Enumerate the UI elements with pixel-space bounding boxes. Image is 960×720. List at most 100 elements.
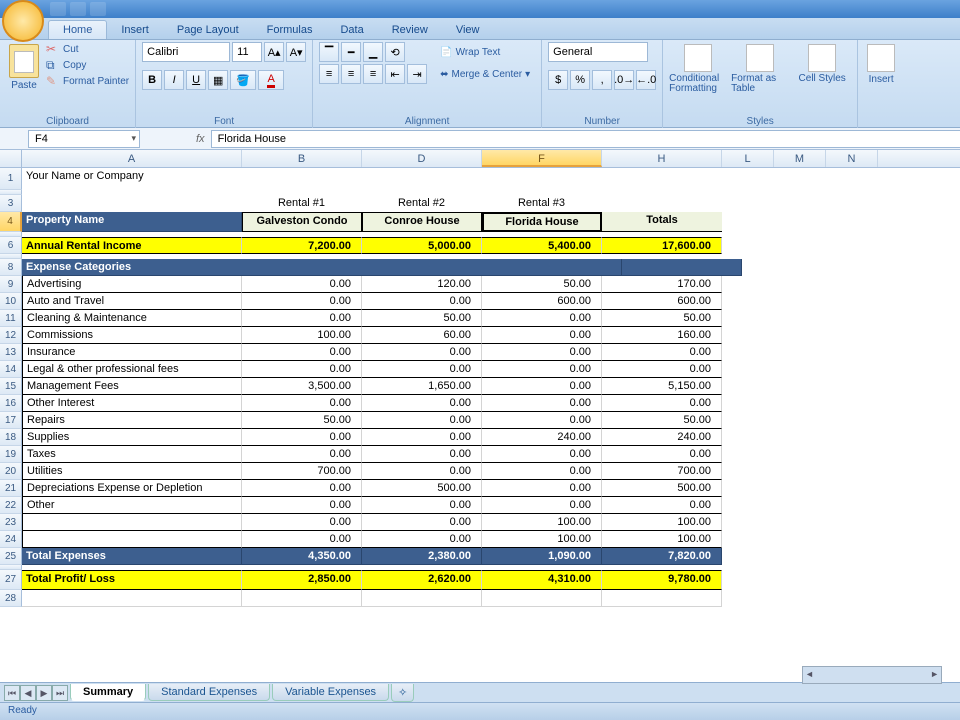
cell-A25[interactable]: Total Expenses — [22, 548, 242, 565]
cell-B1[interactable] — [242, 168, 362, 190]
row-11-header[interactable]: 11 — [0, 310, 22, 327]
cell-A15[interactable]: Management Fees — [22, 378, 242, 395]
comma-button[interactable]: , — [592, 70, 612, 90]
cell-F6[interactable]: 5,400.00 — [482, 237, 602, 254]
cell-B14[interactable]: 0.00 — [242, 361, 362, 378]
cell-F16[interactable]: 0.00 — [482, 395, 602, 412]
cell-H19[interactable]: 0.00 — [602, 446, 722, 463]
cell-D11[interactable]: 50.00 — [362, 310, 482, 327]
sheet-tab-new[interactable]: ✧ — [391, 684, 414, 702]
cell-H23[interactable]: 100.00 — [602, 514, 722, 531]
row-12-header[interactable]: 12 — [0, 327, 22, 344]
formula-input[interactable]: Florida House — [211, 130, 960, 148]
cell-D13[interactable]: 0.00 — [362, 344, 482, 361]
cell-H28[interactable] — [602, 590, 722, 607]
shrink-font-button[interactable]: A▾ — [286, 42, 306, 62]
cell-B24[interactable]: 0.00 — [242, 531, 362, 548]
cell-A3[interactable] — [22, 195, 242, 212]
cell-F4[interactable]: Florida House — [482, 212, 602, 232]
col-L[interactable]: L — [722, 150, 774, 167]
cell-B17[interactable]: 50.00 — [242, 412, 362, 429]
align-center-button[interactable]: ≡ — [341, 64, 361, 84]
cell-F27[interactable]: 4,310.00 — [482, 570, 602, 590]
cell-D14[interactable]: 0.00 — [362, 361, 482, 378]
cell-B15[interactable]: 3,500.00 — [242, 378, 362, 395]
row-3-header[interactable]: 3 — [0, 195, 22, 212]
cell-F21[interactable]: 0.00 — [482, 480, 602, 497]
cell-D9[interactable]: 120.00 — [362, 276, 482, 293]
cell-A17[interactable]: Repairs — [22, 412, 242, 429]
font-color-button[interactable]: A — [258, 70, 284, 90]
cell-A16[interactable]: Other Interest — [22, 395, 242, 412]
increase-decimal-button[interactable]: .0→ — [614, 70, 634, 90]
cell-H11[interactable]: 50.00 — [602, 310, 722, 327]
cell-A10[interactable]: Auto and Travel — [22, 293, 242, 310]
col-D[interactable]: D — [362, 150, 482, 167]
row-23-header[interactable]: 23 — [0, 514, 22, 531]
cell-D12[interactable]: 60.00 — [362, 327, 482, 344]
cell-F15[interactable]: 0.00 — [482, 378, 602, 395]
worksheet-grid[interactable]: 1 Your Name or Company 2 3 Rental #1 Ren… — [0, 168, 960, 607]
cell-D6[interactable]: 5,000.00 — [362, 237, 482, 254]
cell-F25[interactable]: 1,090.00 — [482, 548, 602, 565]
align-right-button[interactable]: ≡ — [363, 64, 383, 84]
cell-H1[interactable] — [602, 168, 722, 190]
cell-H25[interactable]: 7,820.00 — [602, 548, 722, 565]
sheet-prev-icon[interactable]: ◀ — [20, 685, 36, 701]
copy-button[interactable]: Copy — [46, 58, 129, 72]
qat-redo-icon[interactable] — [90, 2, 106, 16]
row-25-header[interactable]: 25 — [0, 548, 22, 565]
cell-D15[interactable]: 1,650.00 — [362, 378, 482, 395]
cell-H15[interactable]: 5,150.00 — [602, 378, 722, 395]
cell-B19[interactable]: 0.00 — [242, 446, 362, 463]
cell-H24[interactable]: 100.00 — [602, 531, 722, 548]
cell-F10[interactable]: 600.00 — [482, 293, 602, 310]
tab-formulas[interactable]: Formulas — [253, 21, 327, 39]
cell-H6[interactable]: 17,600.00 — [602, 237, 722, 254]
border-button[interactable]: ▦ — [208, 70, 228, 90]
cell-A20[interactable]: Utilities — [22, 463, 242, 480]
row-9-header[interactable]: 9 — [0, 276, 22, 293]
row-18-header[interactable]: 18 — [0, 429, 22, 446]
horizontal-scrollbar[interactable] — [802, 666, 942, 684]
bold-button[interactable]: B — [142, 70, 162, 90]
row-19-header[interactable]: 19 — [0, 446, 22, 463]
col-A[interactable]: A — [22, 150, 242, 167]
cell-F18[interactable]: 240.00 — [482, 429, 602, 446]
sheet-last-icon[interactable]: ⏭ — [52, 685, 68, 701]
cell-F13[interactable]: 0.00 — [482, 344, 602, 361]
row-14-header[interactable]: 14 — [0, 361, 22, 378]
cell-D21[interactable]: 500.00 — [362, 480, 482, 497]
cell-A23[interactable] — [22, 514, 242, 531]
align-middle-button[interactable]: ━ — [341, 42, 361, 62]
cell-H8[interactable] — [622, 259, 742, 276]
tab-view[interactable]: View — [442, 21, 494, 39]
row-16-header[interactable]: 16 — [0, 395, 22, 412]
cut-button[interactable]: Cut — [46, 42, 129, 56]
select-all-corner[interactable] — [0, 150, 22, 167]
cell-A13[interactable]: Insurance — [22, 344, 242, 361]
tab-home[interactable]: Home — [48, 20, 107, 39]
cell-B11[interactable]: 0.00 — [242, 310, 362, 327]
row-6-header[interactable]: 6 — [0, 237, 22, 254]
cell-A4[interactable]: Property Name — [22, 212, 242, 232]
cell-D10[interactable]: 0.00 — [362, 293, 482, 310]
cell-B21[interactable]: 0.00 — [242, 480, 362, 497]
cell-D25[interactable]: 2,380.00 — [362, 548, 482, 565]
cell-A9[interactable]: Advertising — [22, 276, 242, 293]
format-painter-button[interactable]: Format Painter — [46, 74, 129, 88]
cell-D1[interactable] — [362, 168, 482, 190]
cell-A28[interactable] — [22, 590, 242, 607]
cell-F12[interactable]: 0.00 — [482, 327, 602, 344]
cell-A18[interactable]: Supplies — [22, 429, 242, 446]
cell-H16[interactable]: 0.00 — [602, 395, 722, 412]
row-27-header[interactable]: 27 — [0, 570, 22, 590]
cell-B28[interactable] — [242, 590, 362, 607]
cell-A12[interactable]: Commissions — [22, 327, 242, 344]
align-bottom-button[interactable]: ▁ — [363, 42, 383, 62]
cell-D18[interactable]: 0.00 — [362, 429, 482, 446]
cell-A22[interactable]: Other — [22, 497, 242, 514]
cell-A1[interactable]: Your Name or Company — [22, 168, 242, 190]
cell-B25[interactable]: 4,350.00 — [242, 548, 362, 565]
cell-H18[interactable]: 240.00 — [602, 429, 722, 446]
